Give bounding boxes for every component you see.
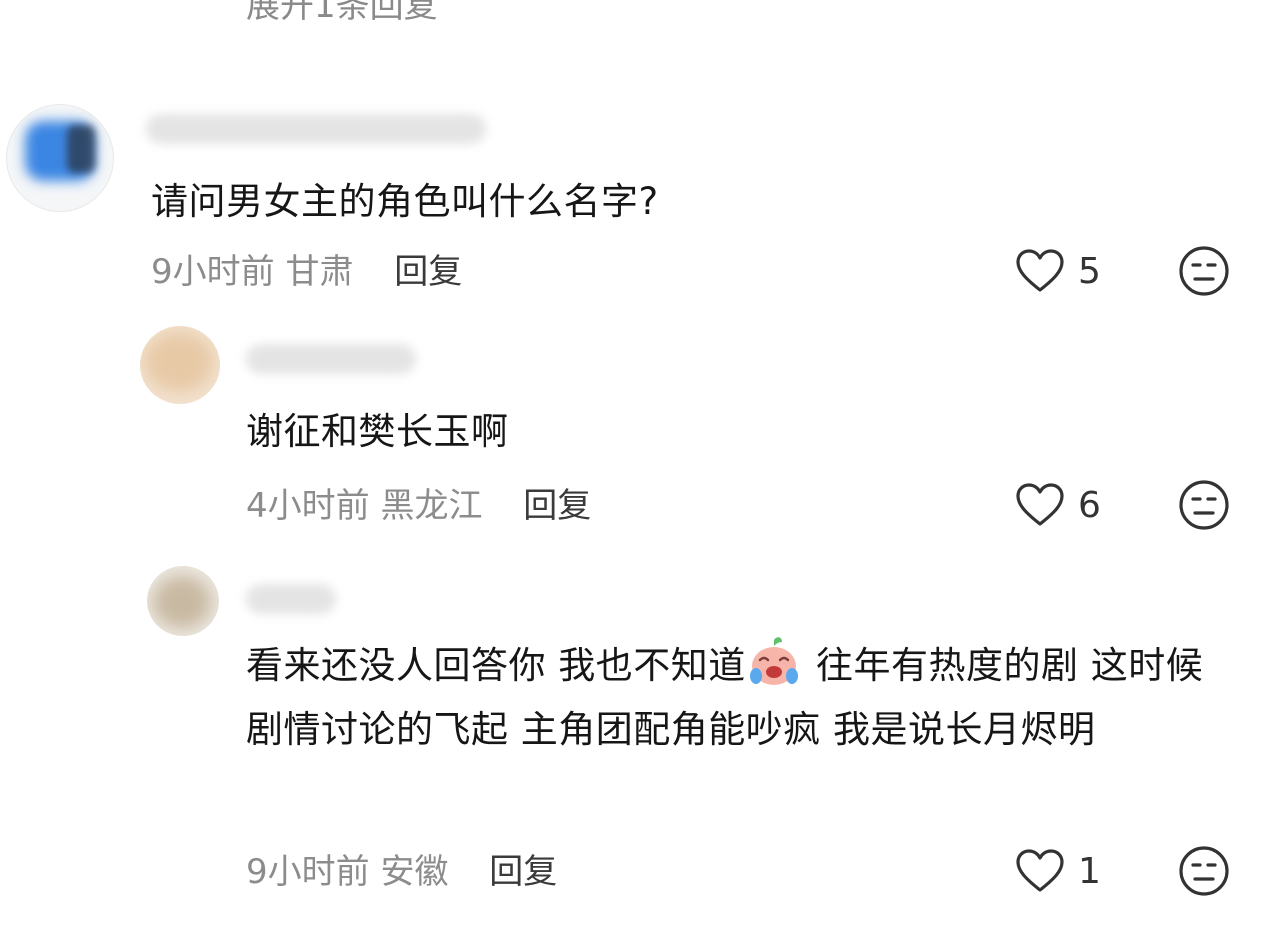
comment-text: 谢征和樊长玉啊: [246, 410, 509, 453]
heart-icon: [1016, 849, 1064, 892]
dislike-face-icon[interactable]: [1178, 245, 1230, 297]
comment-time: 9小时前: [246, 852, 370, 892]
like-button[interactable]: 5: [1014, 248, 1101, 294]
crying-sticker-icon: [749, 637, 798, 685]
heart-icon: [1016, 249, 1064, 292]
comment-time: 4小时前: [246, 486, 370, 526]
like-count: 5: [1078, 250, 1101, 292]
like-button[interactable]: 1: [1014, 848, 1101, 894]
dislike-face-icon[interactable]: [1178, 479, 1230, 531]
like-button[interactable]: 6: [1014, 482, 1101, 528]
comment-text: 看来还没人回答你 我也不知道 往年有热度的剧 这时候剧情讨论的飞起 主角团配角能…: [246, 634, 1236, 762]
avatar[interactable]: [140, 326, 220, 404]
username-blurred[interactable]: [146, 114, 486, 144]
comment-location: 黑龙江: [380, 486, 483, 526]
expand-replies-link[interactable]: 展开1条回复: [246, 0, 438, 27]
avatar[interactable]: [6, 104, 114, 212]
comment-meta: 4小时前 黑龙江 回复: [246, 478, 591, 527]
comment-location: 安徽: [380, 852, 449, 892]
like-count: 1: [1078, 850, 1101, 892]
username-blurred[interactable]: [246, 584, 336, 614]
reply-button[interactable]: 回复: [523, 486, 591, 526]
comment-text-part: 看来还没人回答你 我也不知道: [246, 644, 746, 687]
reply-button[interactable]: 回复: [489, 852, 557, 892]
comment-meta: 9小时前 甘肃 回复: [151, 244, 462, 293]
comment-meta: 9小时前 安徽 回复: [246, 844, 557, 893]
avatar[interactable]: [147, 566, 219, 636]
like-count: 6: [1078, 484, 1101, 526]
comment-location: 甘肃: [285, 252, 354, 292]
heart-icon: [1016, 483, 1064, 526]
comment-text: 请问男女主的角色叫什么名字?: [151, 180, 659, 223]
username-blurred[interactable]: [246, 344, 416, 374]
dislike-face-icon[interactable]: [1178, 845, 1230, 897]
reply-button[interactable]: 回复: [394, 252, 462, 292]
comment-time: 9小时前: [151, 252, 275, 292]
